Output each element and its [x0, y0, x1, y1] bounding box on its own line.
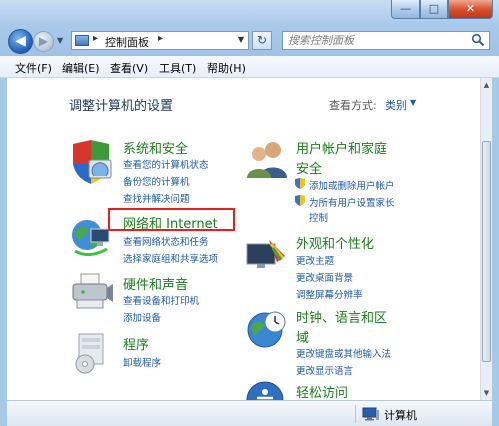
address-bar[interactable]: ▸ 控制面板 ▸ ▼: [71, 31, 249, 50]
search-icon[interactable]: [471, 33, 485, 47]
link-adjust-resolution[interactable]: 调整屏幕分辨率: [296, 287, 363, 301]
link-parental-controls-line2[interactable]: 控制: [309, 210, 328, 224]
link-uninstall-program[interactable]: 卸载程序: [123, 355, 161, 369]
programs-icon[interactable]: [69, 330, 113, 376]
menu-view[interactable]: 查看(V): [110, 60, 148, 76]
link-view-network-status[interactable]: 查看网络状态和任务: [123, 234, 209, 248]
link-homegroup-sharing[interactable]: 选择家庭组和共享选项: [123, 251, 218, 265]
scrollbar-thumb[interactable]: [482, 141, 491, 362]
window-frame-right: [492, 78, 499, 426]
forward-button[interactable]: ▶: [33, 31, 54, 52]
window-frame-left: [0, 78, 7, 426]
view-by-label: 查看方式:: [329, 99, 377, 112]
system-security-icon[interactable]: [67, 138, 115, 186]
close-button[interactable]: ✕: [448, 0, 493, 19]
menu-help[interactable]: 帮助(H): [207, 60, 246, 76]
view-by-dropdown[interactable]: 类别: [385, 97, 407, 113]
category-system-security-title[interactable]: 系统和安全: [123, 138, 188, 157]
user-accounts-icon[interactable]: [243, 138, 291, 180]
link-add-remove-user[interactable]: 添加或删除用户帐户: [309, 178, 395, 192]
category-clock-region-title-line2[interactable]: 域: [296, 327, 309, 346]
search-box[interactable]: [282, 31, 490, 50]
hardware-sound-icon[interactable]: [69, 272, 115, 314]
status-bar: 计算机: [7, 400, 492, 426]
maximize-button[interactable]: □: [420, 0, 448, 19]
breadcrumb-separator-icon[interactable]: ▸: [93, 33, 98, 44]
category-user-accounts-title-line1[interactable]: 用户帐户和家庭: [296, 138, 387, 157]
link-change-desktop-background[interactable]: 更改桌面背景: [296, 270, 353, 284]
back-button[interactable]: ◀: [8, 29, 33, 54]
link-backup-computer[interactable]: 备份您的计算机: [123, 174, 190, 188]
scroll-up-arrow-icon[interactable]: ▲: [482, 79, 491, 91]
clock-language-region-icon[interactable]: [245, 308, 289, 352]
category-programs-title[interactable]: 程序: [123, 334, 149, 353]
menu-file[interactable]: 文件(F): [15, 60, 52, 76]
link-change-keyboard-input[interactable]: 更改键盘或其他输入法: [296, 346, 391, 360]
network-internet-icon[interactable]: [69, 215, 113, 259]
address-dropdown-icon[interactable]: ▼: [238, 35, 244, 44]
status-separator: [355, 405, 356, 423]
vertical-scrollbar[interactable]: ▲ ▼: [480, 78, 492, 400]
uac-shield-icon: [295, 178, 305, 189]
link-add-device[interactable]: 添加设备: [123, 310, 161, 324]
ease-of-access-icon[interactable]: [245, 378, 289, 400]
link-view-computer-status[interactable]: 查看您的计算机状态: [123, 157, 209, 171]
link-parental-controls-line1[interactable]: 为所有用户设置家长: [309, 195, 395, 209]
link-change-display-language[interactable]: 更改显示语言: [296, 363, 353, 377]
appearance-icon[interactable]: [243, 236, 287, 276]
recent-pages-dropdown-icon[interactable]: ▼: [57, 36, 63, 45]
menu-edit[interactable]: 编辑(E): [62, 60, 100, 76]
view-by-chevron-down-icon[interactable]: ▼: [410, 98, 416, 107]
menu-tools[interactable]: 工具(T): [159, 60, 196, 76]
status-location-text: 计算机: [384, 409, 417, 422]
computer-icon: [362, 407, 379, 421]
page-title: 调整计算机的设置: [69, 99, 174, 114]
highlight-box: [108, 208, 235, 231]
breadcrumb-control-panel[interactable]: 控制面板: [105, 34, 149, 50]
refresh-button[interactable]: ↻: [252, 31, 272, 50]
category-hardware-sound-title[interactable]: 硬件和声音: [123, 274, 188, 293]
category-ease-of-access-title[interactable]: 轻松访问: [296, 382, 348, 400]
title-bar: — □ ✕ ◀ ▶ ▼ ▸ 控制面板 ▸ ▼ ↻: [0, 0, 499, 63]
link-change-theme[interactable]: 更改主题: [296, 253, 334, 267]
control-panel-content: 调整计算机的设置 查看方式: 类别 ▼ 系统和安全 查看您的计算机状态 备份您的…: [7, 78, 480, 400]
category-appearance-title[interactable]: 外观和个性化: [296, 233, 374, 252]
window-controls: — □ ✕: [391, 0, 493, 20]
link-devices-printers[interactable]: 查看设备和打印机: [123, 293, 199, 307]
control-panel-icon: [75, 35, 89, 46]
scroll-down-arrow-icon[interactable]: ▼: [482, 387, 491, 399]
category-clock-region-title-line1[interactable]: 时钟、语言和区: [296, 307, 387, 326]
uac-shield-icon: [295, 195, 305, 206]
link-find-fix-problems[interactable]: 查找并解决问题: [123, 191, 190, 205]
category-user-accounts-title-line2[interactable]: 安全: [296, 158, 322, 177]
minimize-button[interactable]: —: [391, 0, 420, 19]
breadcrumb-separator-icon[interactable]: ▸: [158, 33, 163, 44]
menu-bar: 文件(F) 编辑(E) 查看(V) 工具(T) 帮助(H): [0, 56, 499, 78]
search-input[interactable]: [288, 33, 468, 48]
